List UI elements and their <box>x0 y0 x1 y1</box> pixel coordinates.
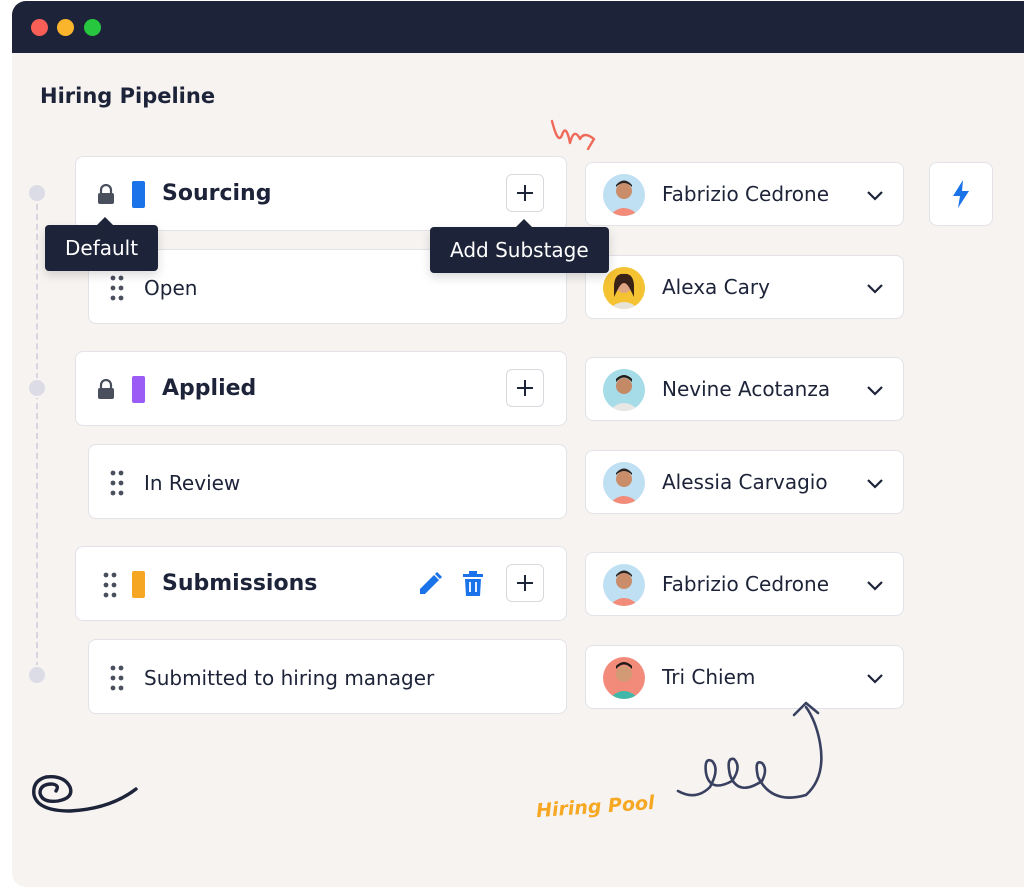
plus-icon <box>517 185 533 201</box>
substage-label: In Review <box>144 471 241 495</box>
chevron-down-icon <box>867 284 883 294</box>
avatar <box>603 657 645 699</box>
edit-icon[interactable] <box>417 571 443 597</box>
add-substage-tooltip: Add Substage <box>430 219 609 273</box>
stage-card-sourcing[interactable]: Sourcing <box>75 156 567 231</box>
close-window-button[interactable] <box>31 19 48 36</box>
assignee-name: Fabrizio Cedrone <box>662 182 830 206</box>
stage-card-applied[interactable]: Applied <box>75 351 567 426</box>
lightning-icon <box>953 180 969 208</box>
drag-handle-icon[interactable] <box>109 275 125 301</box>
timeline-line <box>36 194 38 678</box>
default-tooltip: Default <box>45 217 159 271</box>
timeline-dot <box>27 378 47 398</box>
arrow-decoration <box>676 701 823 799</box>
add-substage-button[interactable] <box>506 564 544 602</box>
stage-color-bar <box>132 571 145 598</box>
add-substage-button[interactable] <box>506 174 544 212</box>
assignee-name: Fabrizio Cedrone <box>662 572 830 596</box>
substage-label: Open <box>144 276 198 300</box>
avatar <box>603 267 645 309</box>
drag-handle-icon[interactable] <box>109 470 125 496</box>
substage-label: Submitted to hiring manager <box>144 666 435 690</box>
tooltip-text: Add Substage <box>450 238 589 262</box>
stage-card-submissions[interactable]: Submissions <box>75 546 567 621</box>
assignee-dropdown[interactable]: Alexa Cary <box>585 255 904 319</box>
substage-card-in-review[interactable]: In Review <box>88 444 567 519</box>
timeline-dot <box>27 183 47 203</box>
avatar <box>603 369 645 411</box>
tooltip-arrow <box>515 219 533 228</box>
avatar <box>603 462 645 504</box>
stage-label: Submissions <box>162 571 318 596</box>
assignee-name: Nevine Acotanza <box>662 377 831 401</box>
assignee-dropdown[interactable]: Fabrizio Cedrone <box>585 552 904 616</box>
stage-color-bar <box>132 376 145 403</box>
chevron-down-icon <box>867 581 883 591</box>
assignee-name: Alessia Carvagio <box>662 470 828 494</box>
squiggle-decoration <box>550 119 596 151</box>
timeline-dot <box>27 665 47 685</box>
spiral-decoration <box>32 775 138 813</box>
trash-icon[interactable] <box>461 571 485 597</box>
tooltip-arrow <box>96 217 114 226</box>
minimize-window-button[interactable] <box>57 19 74 36</box>
page-title: Hiring Pipeline <box>40 84 216 108</box>
stage-label: Sourcing <box>162 181 272 206</box>
lock-icon <box>98 379 114 399</box>
maximize-window-button[interactable] <box>84 19 101 36</box>
add-substage-button[interactable] <box>506 369 544 407</box>
drag-handle-icon[interactable] <box>109 665 125 691</box>
lock-icon <box>98 184 114 204</box>
avatar <box>603 564 645 606</box>
chevron-down-icon <box>867 191 883 201</box>
window-titlebar <box>12 1 1024 53</box>
hiring-pool-annotation: Hiring Pool <box>535 791 656 823</box>
stage-label: Applied <box>162 376 257 401</box>
stage-color-bar <box>132 181 145 208</box>
chevron-down-icon <box>867 386 883 396</box>
drag-handle-icon[interactable] <box>102 572 118 598</box>
chevron-down-icon <box>867 479 883 489</box>
avatar <box>603 174 645 216</box>
chevron-down-icon <box>867 674 883 684</box>
assignee-dropdown[interactable]: Nevine Acotanza <box>585 357 904 421</box>
assignee-name: Alexa Cary <box>662 275 770 299</box>
assignee-dropdown[interactable]: Alessia Carvagio <box>585 450 904 514</box>
plus-icon <box>517 575 533 591</box>
tooltip-text: Default <box>65 236 139 260</box>
assignee-dropdown[interactable]: Fabrizio Cedrone <box>585 162 904 226</box>
app-window: Hiring Pipeline Sourcing Open Applied In… <box>12 1 1024 887</box>
plus-icon <box>517 380 533 396</box>
substage-card-submitted[interactable]: Submitted to hiring manager <box>88 639 567 714</box>
assignee-name: Tri Chiem <box>662 665 756 689</box>
automation-button[interactable] <box>929 162 993 226</box>
